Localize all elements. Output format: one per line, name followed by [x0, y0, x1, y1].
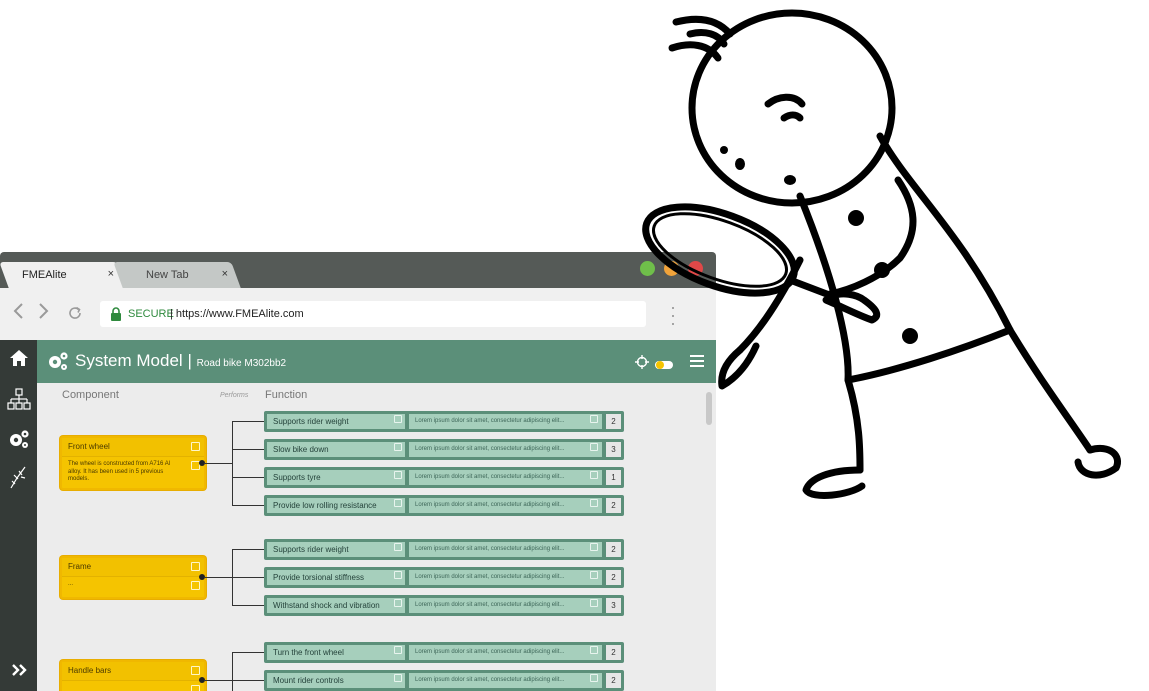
- stick-figure-illustration: [642, 9, 1121, 499]
